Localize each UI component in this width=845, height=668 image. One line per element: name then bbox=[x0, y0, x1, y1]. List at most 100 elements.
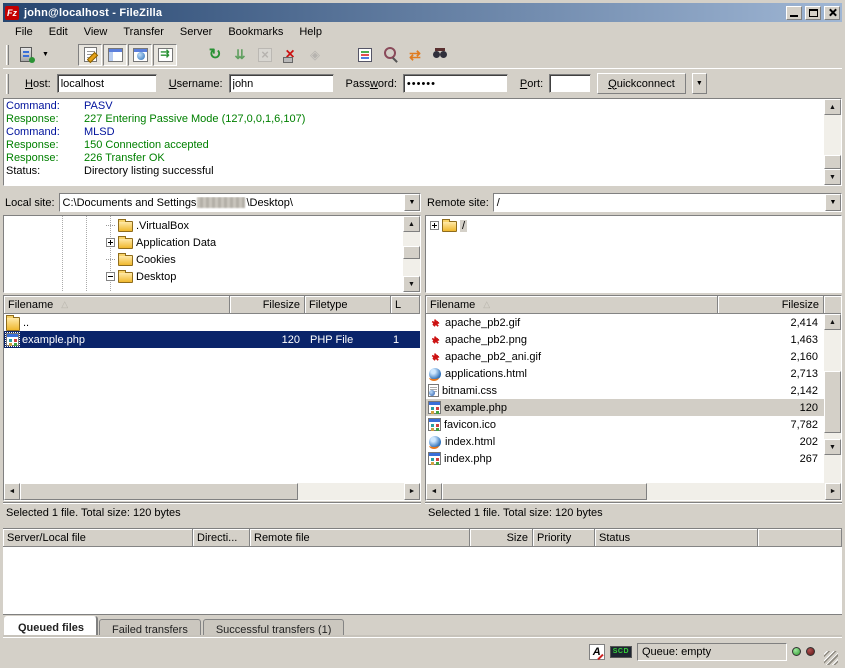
menu-item[interactable]: File bbox=[7, 24, 41, 40]
file-row[interactable]: apache_pb2.gif 2,414 bbox=[426, 314, 824, 331]
tree-expander[interactable] bbox=[106, 272, 115, 281]
column-header-filetype[interactable]: Filetype bbox=[305, 296, 391, 314]
menu-item[interactable]: Help bbox=[291, 24, 330, 40]
tree-item[interactable]: / bbox=[426, 217, 841, 234]
remote-combo-dropdown-icon[interactable]: ▼ bbox=[825, 194, 841, 211]
toolbar-button[interactable] bbox=[178, 44, 202, 66]
tree-item[interactable]: .VirtualBox bbox=[4, 217, 403, 234]
column-header-filesize[interactable]: Filesize bbox=[230, 296, 305, 314]
menu-item[interactable]: Bookmarks bbox=[220, 24, 291, 40]
queue-column-server-local[interactable]: Server/Local file bbox=[3, 529, 193, 547]
queue-tab[interactable]: Successful transfers (1) bbox=[203, 619, 345, 637]
close-button[interactable] bbox=[824, 6, 840, 20]
toolbar-button[interactable] bbox=[253, 44, 277, 66]
queue-column-direction[interactable]: Directi... bbox=[193, 529, 250, 547]
tree-item[interactable]: Desktop bbox=[4, 268, 403, 285]
scroll-up-icon[interactable]: ▲ bbox=[824, 99, 841, 115]
scroll-up-icon[interactable]: ▲ bbox=[824, 314, 841, 330]
local-site-combo[interactable]: C:\Documents and Settings\Desktop\ ▼ bbox=[59, 193, 421, 212]
queue-tab[interactable]: Queued files bbox=[5, 616, 97, 637]
menu-item[interactable]: Transfer bbox=[115, 24, 172, 40]
log-scrollbar[interactable]: ▲ ▼ bbox=[824, 99, 841, 185]
toolbar-button[interactable] bbox=[203, 44, 227, 66]
toolbar-button[interactable] bbox=[103, 44, 127, 66]
minimize-button[interactable] bbox=[786, 6, 802, 20]
log-scroll-thumb[interactable] bbox=[824, 155, 841, 169]
local-list-scroll-thumb[interactable] bbox=[20, 483, 298, 500]
scroll-left-icon[interactable]: ◄ bbox=[4, 483, 20, 500]
local-list-hscrollbar[interactable]: ◄ ► bbox=[4, 483, 420, 500]
toolbar-button[interactable] bbox=[128, 44, 152, 66]
tree-expander[interactable] bbox=[430, 221, 439, 230]
toolbar-button[interactable] bbox=[428, 44, 452, 66]
column-header-filesize[interactable]: Filesize bbox=[718, 296, 824, 314]
quickconnect-button[interactable]: Quickconnect bbox=[597, 73, 686, 94]
quickconnect-dropdown[interactable]: ▼ bbox=[692, 73, 707, 94]
remote-site-combo[interactable]: / ▼ bbox=[493, 193, 842, 212]
remote-list-scroll-thumb-h[interactable] bbox=[442, 483, 647, 500]
file-row[interactable]: index.php 267 bbox=[426, 450, 824, 467]
queue-list[interactable] bbox=[3, 547, 842, 615]
file-row[interactable]: example.php 120 PHP File 1 bbox=[4, 331, 420, 348]
file-row[interactable]: applications.html 2,713 bbox=[426, 365, 824, 382]
toolbar-button[interactable] bbox=[303, 44, 327, 66]
queue-tab[interactable]: Failed transfers bbox=[99, 619, 201, 637]
file-row[interactable]: index.html 202 bbox=[426, 433, 824, 450]
scroll-down-icon[interactable]: ▼ bbox=[403, 276, 420, 292]
toolbar-button[interactable] bbox=[153, 44, 177, 66]
toolbar-button[interactable] bbox=[403, 44, 427, 66]
file-row[interactable]: favicon.ico 7,782 bbox=[426, 416, 824, 433]
remote-list-hscrollbar[interactable]: ◄ ► bbox=[426, 483, 841, 500]
toolbar-button[interactable] bbox=[353, 44, 377, 66]
toolbar-button[interactable] bbox=[278, 44, 302, 66]
scroll-down-icon[interactable]: ▼ bbox=[824, 439, 841, 455]
scroll-down-icon[interactable]: ▼ bbox=[824, 169, 841, 185]
queue-column-remote-file[interactable]: Remote file bbox=[250, 529, 470, 547]
toolbar-button[interactable] bbox=[328, 44, 352, 66]
tree-expander[interactable] bbox=[106, 238, 115, 247]
tree-item[interactable]: Cookies bbox=[4, 251, 403, 268]
site-manager-button[interactable] bbox=[14, 44, 38, 66]
menu-item[interactable]: View bbox=[76, 24, 116, 40]
username-input[interactable] bbox=[229, 74, 334, 93]
file-row[interactable]: apache_pb2.png 1,463 bbox=[426, 331, 824, 348]
toolbar-button[interactable] bbox=[78, 44, 102, 66]
menu-item[interactable]: Server bbox=[172, 24, 220, 40]
column-header-lastmodified[interactable]: L bbox=[391, 296, 420, 314]
file-row[interactable]: bitnami.css 2,142 bbox=[426, 382, 824, 399]
scroll-right-icon[interactable]: ► bbox=[825, 483, 841, 500]
toolbar-button[interactable] bbox=[228, 44, 252, 66]
sort-asc-icon: △ bbox=[483, 299, 490, 310]
queue-column-priority[interactable]: Priority bbox=[533, 529, 595, 547]
tree-item[interactable]: Application Data bbox=[4, 234, 403, 251]
site-manager-dropdown[interactable]: ▼ bbox=[39, 44, 52, 66]
port-input[interactable] bbox=[549, 74, 591, 93]
host-input[interactable] bbox=[57, 74, 157, 93]
file-row[interactable]: apache_pb2_ani.gif 2,160 bbox=[426, 348, 824, 365]
speed-limit-icon[interactable]: SCD bbox=[610, 646, 632, 658]
resize-grip[interactable] bbox=[824, 651, 838, 665]
queue-column-size[interactable]: Size bbox=[470, 529, 533, 547]
scroll-up-icon[interactable]: ▲ bbox=[403, 216, 420, 232]
local-tree-scrollbar[interactable]: ▲ ▼ bbox=[403, 216, 420, 292]
column-header-filename[interactable]: Filename△ bbox=[426, 296, 718, 314]
password-input[interactable] bbox=[403, 74, 508, 93]
maximize-button[interactable] bbox=[805, 6, 821, 20]
local-combo-dropdown-icon[interactable]: ▼ bbox=[404, 194, 420, 211]
ascii-datatype-icon[interactable]: A bbox=[589, 644, 605, 660]
toolbar-button[interactable] bbox=[53, 44, 77, 66]
tree-expander[interactable] bbox=[106, 255, 115, 264]
scroll-left-icon[interactable]: ◄ bbox=[426, 483, 442, 500]
file-name: bitnami.css bbox=[442, 385, 497, 397]
menu-item[interactable]: Edit bbox=[41, 24, 76, 40]
scroll-right-icon[interactable]: ► bbox=[404, 483, 420, 500]
remote-list-scrollbar[interactable]: ▲ ▼ bbox=[824, 314, 841, 483]
file-row[interactable]: example.php 120 bbox=[426, 399, 824, 416]
queue-column-status[interactable]: Status bbox=[595, 529, 758, 547]
remote-list-scroll-thumb[interactable] bbox=[824, 371, 841, 433]
column-header-filename[interactable]: Filename△ bbox=[4, 296, 230, 314]
toolbar-button[interactable] bbox=[378, 44, 402, 66]
file-row[interactable]: .. bbox=[4, 314, 420, 331]
local-tree-scroll-thumb[interactable] bbox=[403, 246, 420, 259]
tree-expander[interactable] bbox=[106, 221, 115, 230]
